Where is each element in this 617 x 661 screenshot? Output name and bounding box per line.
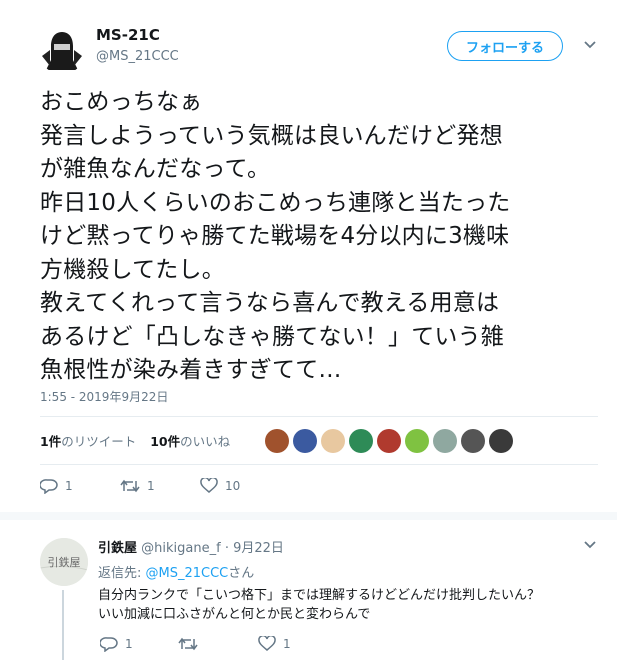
tweet-text-line: 方機殺してたし。 — [40, 256, 225, 283]
reply-date[interactable]: 9月22日 — [233, 541, 284, 556]
chevron-down-icon[interactable] — [583, 540, 597, 550]
follow-button[interactable]: フォローする — [447, 31, 563, 61]
heart-icon — [258, 636, 276, 651]
liker-avatar[interactable] — [349, 429, 373, 453]
reply-action[interactable]: 1 — [40, 478, 73, 494]
thread-line — [62, 590, 64, 660]
liker-avatars — [265, 429, 513, 453]
tweet-text-line: おこめっちなぁ — [40, 89, 203, 115]
replying-to: 返信先: @MS_21CCCさん — [98, 562, 254, 581]
reply-icon — [40, 479, 58, 494]
likes-stat-count: 10件 — [150, 434, 181, 449]
reply-text-line: 自分内ランクで「こいつ格下」までは理解するけどどんだけ批判したいん？ — [98, 588, 541, 603]
reply-like-action[interactable]: 1 — [258, 636, 291, 652]
reply-avatar-text: 引鉄屋 — [48, 555, 81, 569]
author-handle[interactable]: @MS_21CCC — [96, 49, 179, 64]
reply-author-name[interactable]: 引鉄屋 — [98, 541, 137, 556]
retweet-icon — [120, 479, 140, 493]
retweets-stat-label: のリツイート — [61, 434, 137, 449]
tweet-text-line: あるけど「凸しなきゃ勝てない！」ていう雑 — [40, 323, 504, 350]
retweets-stat-count: 1件 — [40, 434, 62, 449]
replying-to-link[interactable]: @MS_21CCC — [146, 566, 229, 581]
tweet-text-line: 魚根性が染み着きすぎてて… — [40, 357, 342, 383]
tweet-text-line: が雑魚なんだなって。 — [40, 156, 271, 182]
reply-text-line: いい加減に口ふさがんと何とか民と変わらんで — [98, 607, 371, 622]
reply-reply-action[interactable]: 1 — [100, 636, 133, 652]
reply-author-avatar[interactable]: 引鉄屋 — [40, 538, 88, 586]
divider — [40, 416, 598, 417]
likes-stat[interactable]: 10件のいいね — [150, 431, 230, 450]
retweets-stat[interactable]: 1件のリツイート — [40, 431, 136, 450]
divider — [40, 464, 598, 465]
liker-avatar[interactable] — [293, 429, 317, 453]
tweet-stats: 1件のリツイート 10件のいいね — [40, 431, 230, 450]
tweet-text: おこめっちなぁ 発言しようっていう気概は良いんだけど発想 が雑魚なんだなって。 … — [40, 86, 600, 388]
replying-to-prefix: 返信先: — [98, 566, 146, 581]
liker-avatar[interactable] — [461, 429, 485, 453]
reply-retweet-action[interactable] — [178, 636, 205, 652]
liker-avatar[interactable] — [321, 429, 345, 453]
tweet-text-line: 昨日10人くらいのおこめっち連隊と当たった — [40, 189, 511, 216]
likes-stat-label: のいいね — [180, 434, 231, 449]
author-avatar[interactable] — [38, 26, 86, 74]
author-display-name[interactable]: MS-21C — [96, 26, 160, 44]
liker-avatar[interactable] — [265, 429, 289, 453]
reply-separator: · — [224, 541, 229, 556]
tweet-text-line: 教えてくれって言うなら喜んで教える用意は — [40, 290, 500, 316]
heart-icon — [200, 478, 218, 493]
tweet-timestamp[interactable]: 1:55 - 2019年9月22日 — [40, 388, 168, 405]
like-action[interactable]: 10 — [200, 478, 240, 494]
replying-to-suffix: さん — [228, 566, 255, 581]
section-divider — [0, 512, 617, 520]
retweet-count: 1 — [147, 479, 155, 493]
reply-reply-count: 1 — [125, 637, 133, 651]
tweet-text-line: けど黙ってりゃ勝てた戦場を4分以内に3機味 — [40, 223, 510, 249]
retweet-icon — [178, 637, 198, 651]
reply-text: 自分内ランクで「こいつ格下」までは理解するけどどんだけ批判したいん？ いい加減に… — [98, 586, 540, 624]
tweet-text-line: 発言しようっていう気概は良いんだけど発想 — [40, 122, 503, 149]
chevron-down-icon[interactable] — [583, 40, 597, 50]
liker-avatar[interactable] — [377, 429, 401, 453]
reply-like-count: 1 — [283, 637, 291, 651]
liker-avatar[interactable] — [489, 429, 513, 453]
reply-header: 引鉄屋 @hikigane_f · 9月22日 — [98, 537, 284, 556]
retweet-action[interactable]: 1 — [120, 478, 155, 494]
reply-count: 1 — [65, 479, 73, 493]
reply-author-handle[interactable]: @hikigane_f — [141, 541, 221, 556]
liker-avatar[interactable] — [405, 429, 429, 453]
like-count: 10 — [225, 479, 241, 493]
liker-avatar[interactable] — [433, 429, 457, 453]
reply-icon — [100, 637, 118, 652]
